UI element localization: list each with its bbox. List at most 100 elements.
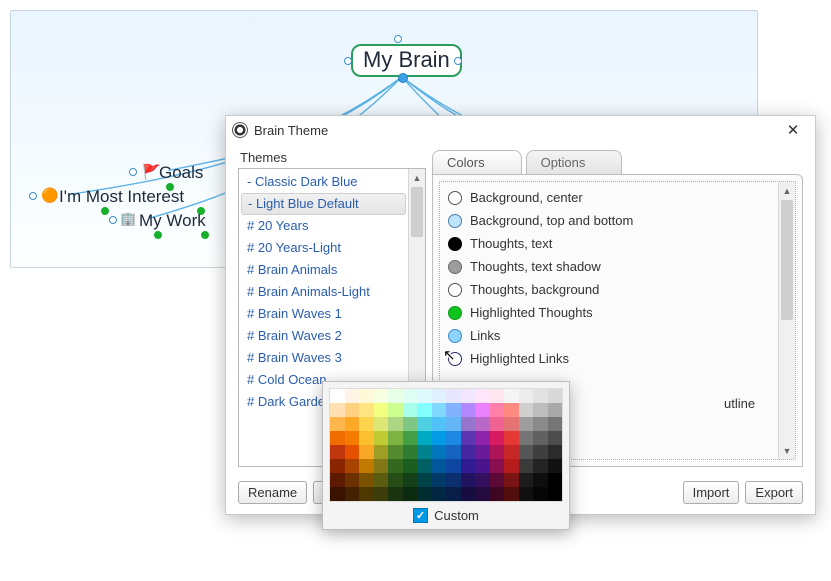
palette-cell[interactable] bbox=[403, 459, 418, 473]
color-item[interactable]: Highlighted Links bbox=[442, 347, 793, 370]
palette-cell[interactable] bbox=[475, 445, 490, 459]
palette-cell[interactable] bbox=[374, 487, 389, 501]
palette-cell[interactable] bbox=[403, 473, 418, 487]
palette-cell[interactable] bbox=[533, 473, 548, 487]
palette-cell[interactable] bbox=[475, 431, 490, 445]
scroll-thumb[interactable] bbox=[781, 200, 793, 320]
child-gate-dot[interactable] bbox=[201, 231, 209, 239]
palette-cell[interactable] bbox=[446, 403, 461, 417]
palette-cell[interactable] bbox=[461, 431, 476, 445]
color-palette[interactable] bbox=[329, 388, 563, 502]
palette-cell[interactable] bbox=[330, 445, 345, 459]
palette-cell[interactable] bbox=[403, 403, 418, 417]
palette-cell[interactable] bbox=[446, 417, 461, 431]
scroll-up-icon[interactable]: ▲ bbox=[409, 169, 425, 186]
palette-cell[interactable] bbox=[461, 389, 476, 403]
palette-cell[interactable] bbox=[533, 487, 548, 501]
thought-interested[interactable]: I'm Most Interest bbox=[59, 187, 184, 207]
palette-cell[interactable] bbox=[374, 389, 389, 403]
palette-cell[interactable] bbox=[490, 473, 505, 487]
central-thought[interactable]: My Brain bbox=[351, 44, 462, 77]
palette-cell[interactable] bbox=[504, 459, 519, 473]
parent-gate-dot[interactable] bbox=[394, 35, 402, 43]
child-gate-dot[interactable] bbox=[154, 231, 162, 239]
palette-cell[interactable] bbox=[330, 431, 345, 445]
jump-gate-right[interactable] bbox=[454, 57, 462, 65]
theme-item[interactable]: # Brain Animals bbox=[239, 259, 408, 281]
palette-cell[interactable] bbox=[504, 403, 519, 417]
palette-cell[interactable] bbox=[432, 389, 447, 403]
palette-cell[interactable] bbox=[548, 445, 563, 459]
close-button[interactable]: ✕ bbox=[779, 119, 807, 141]
theme-item[interactable]: # Brain Waves 3 bbox=[239, 347, 408, 369]
palette-cell[interactable] bbox=[475, 487, 490, 501]
palette-cell[interactable] bbox=[533, 431, 548, 445]
palette-cell[interactable] bbox=[388, 431, 403, 445]
thought-goals[interactable]: Goals bbox=[159, 163, 203, 183]
palette-cell[interactable] bbox=[417, 403, 432, 417]
palette-cell[interactable] bbox=[533, 445, 548, 459]
palette-cell[interactable] bbox=[330, 459, 345, 473]
palette-cell[interactable] bbox=[490, 445, 505, 459]
palette-cell[interactable] bbox=[359, 445, 374, 459]
palette-cell[interactable] bbox=[403, 445, 418, 459]
scroll-thumb[interactable] bbox=[411, 187, 423, 237]
palette-cell[interactable] bbox=[461, 445, 476, 459]
palette-cell[interactable] bbox=[504, 473, 519, 487]
palette-cell[interactable] bbox=[330, 473, 345, 487]
theme-item[interactable]: # Brain Waves 2 bbox=[239, 325, 408, 347]
node-gate[interactable] bbox=[129, 168, 137, 176]
theme-item[interactable]: - Classic Dark Blue bbox=[239, 171, 408, 193]
scroll-down-icon[interactable]: ▼ bbox=[779, 442, 795, 459]
palette-cell[interactable] bbox=[388, 473, 403, 487]
palette-cell[interactable] bbox=[374, 459, 389, 473]
palette-cell[interactable] bbox=[533, 459, 548, 473]
palette-cell[interactable] bbox=[432, 459, 447, 473]
palette-cell[interactable] bbox=[432, 403, 447, 417]
tab-options[interactable]: Options bbox=[526, 150, 623, 174]
palette-cell[interactable] bbox=[432, 487, 447, 501]
theme-item[interactable]: # Brain Animals-Light bbox=[239, 281, 408, 303]
palette-cell[interactable] bbox=[417, 389, 432, 403]
thought-mywork[interactable]: My Work bbox=[139, 211, 206, 231]
palette-cell[interactable] bbox=[446, 389, 461, 403]
palette-cell[interactable] bbox=[345, 389, 360, 403]
scroll-up-icon[interactable]: ▲ bbox=[779, 182, 795, 199]
palette-cell[interactable] bbox=[374, 473, 389, 487]
palette-cell[interactable] bbox=[388, 389, 403, 403]
palette-cell[interactable] bbox=[548, 389, 563, 403]
palette-cell[interactable] bbox=[330, 389, 345, 403]
palette-cell[interactable] bbox=[432, 417, 447, 431]
palette-cell[interactable] bbox=[446, 459, 461, 473]
palette-cell[interactable] bbox=[359, 473, 374, 487]
theme-item[interactable]: - Light Blue Default bbox=[241, 193, 406, 215]
palette-cell[interactable] bbox=[475, 417, 490, 431]
palette-cell[interactable] bbox=[403, 389, 418, 403]
palette-cell[interactable] bbox=[504, 431, 519, 445]
palette-cell[interactable] bbox=[388, 403, 403, 417]
palette-cell[interactable] bbox=[417, 487, 432, 501]
palette-cell[interactable] bbox=[504, 417, 519, 431]
palette-cell[interactable] bbox=[359, 487, 374, 501]
palette-cell[interactable] bbox=[345, 473, 360, 487]
palette-cell[interactable] bbox=[519, 403, 534, 417]
palette-cell[interactable] bbox=[345, 417, 360, 431]
custom-label[interactable]: Custom bbox=[434, 508, 479, 523]
palette-cell[interactable] bbox=[446, 487, 461, 501]
palette-cell[interactable] bbox=[519, 459, 534, 473]
palette-cell[interactable] bbox=[519, 445, 534, 459]
palette-cell[interactable] bbox=[432, 445, 447, 459]
palette-cell[interactable] bbox=[461, 487, 476, 501]
palette-cell[interactable] bbox=[374, 431, 389, 445]
tab-colors[interactable]: Colors bbox=[432, 150, 522, 174]
palette-cell[interactable] bbox=[417, 417, 432, 431]
palette-cell[interactable] bbox=[388, 487, 403, 501]
palette-cell[interactable] bbox=[417, 473, 432, 487]
palette-cell[interactable] bbox=[345, 459, 360, 473]
child-gate-dot[interactable] bbox=[101, 207, 109, 215]
theme-item[interactable]: # 20 Years bbox=[239, 215, 408, 237]
export-button[interactable]: Export bbox=[745, 481, 803, 504]
palette-cell[interactable] bbox=[504, 487, 519, 501]
import-button[interactable]: Import bbox=[683, 481, 740, 504]
palette-cell[interactable] bbox=[374, 403, 389, 417]
